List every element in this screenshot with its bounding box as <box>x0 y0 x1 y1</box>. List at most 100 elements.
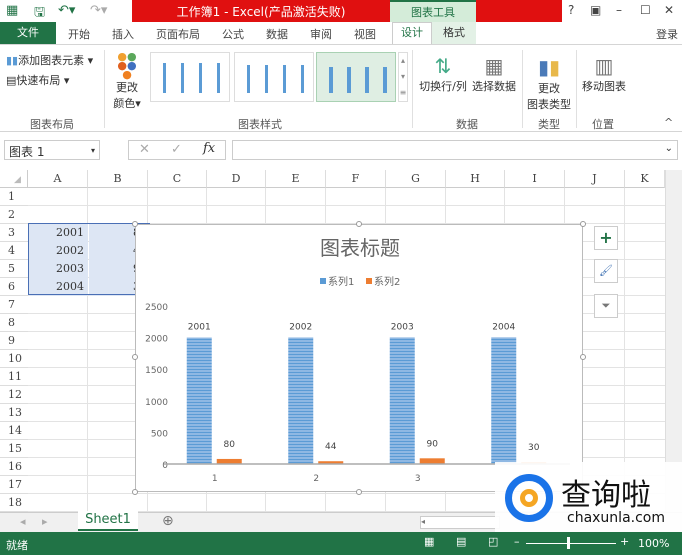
switch-row-column-button[interactable]: ⇅ 切换行/列 <box>416 54 470 94</box>
bar-series2[interactable] <box>216 458 242 464</box>
resize-handle[interactable] <box>132 489 138 495</box>
bar-series1[interactable] <box>288 337 314 464</box>
tab-formulas[interactable]: 公式 <box>222 26 244 42</box>
zoom-level[interactable]: 100% <box>638 537 669 550</box>
zoom-out-button[interactable]: – <box>514 535 520 548</box>
chart-style-1[interactable] <box>150 52 230 102</box>
name-box[interactable]: 图表 1 ▾ <box>4 140 100 160</box>
insert-function-button[interactable]: fx <box>203 141 215 156</box>
column-header-D[interactable]: D <box>207 170 266 188</box>
maximize-button[interactable]: ☐ <box>640 3 651 17</box>
resize-handle[interactable] <box>356 221 362 227</box>
row-header-6[interactable]: 6 <box>0 278 28 296</box>
close-button[interactable]: ✕ <box>664 3 674 17</box>
minimize-button[interactable]: – <box>616 3 622 17</box>
row-header-9[interactable]: 9 <box>0 332 28 350</box>
tab-insert[interactable]: 插入 <box>112 26 134 42</box>
row-header-11[interactable]: 11 <box>0 368 28 386</box>
select-all-button[interactable]: ◢ <box>0 170 28 188</box>
cancel-icon[interactable]: ✕ <box>139 142 150 157</box>
resize-handle[interactable] <box>356 489 362 495</box>
column-header-I[interactable]: I <box>505 170 565 188</box>
tab-review[interactable]: 审阅 <box>310 26 332 42</box>
column-header-G[interactable]: G <box>386 170 446 188</box>
enter-icon[interactable]: ✓ <box>171 142 182 157</box>
tab-view[interactable]: 视图 <box>354 26 376 42</box>
tab-home[interactable]: 开始 <box>68 26 90 42</box>
row-header-15[interactable]: 15 <box>0 440 28 458</box>
row-header-18[interactable]: 18 <box>0 494 28 512</box>
row-header-12[interactable]: 12 <box>0 386 28 404</box>
row-header-1[interactable]: 1 <box>0 188 28 206</box>
row-header-17[interactable]: 17 <box>0 476 28 494</box>
column-header-B[interactable]: B <box>88 170 148 188</box>
row-header-8[interactable]: 8 <box>0 314 28 332</box>
row-header-13[interactable]: 13 <box>0 404 28 422</box>
legend-series2[interactable]: 系列2 <box>374 275 400 288</box>
prev-sheet-icon[interactable]: ◂ <box>20 515 26 528</box>
normal-view-icon[interactable]: ▦ <box>424 535 434 548</box>
sheet-tab-sheet1[interactable]: Sheet1 <box>78 511 138 531</box>
page-break-view-icon[interactable]: ◰ <box>488 535 498 548</box>
gallery-scroll[interactable]: ▴ ▾ ≡ <box>398 52 408 102</box>
resize-handle[interactable] <box>132 354 138 360</box>
legend-series1[interactable]: 系列1 <box>328 275 354 288</box>
vertical-scrollbar[interactable] <box>665 170 682 512</box>
horizontal-scrollbar[interactable]: ◂ <box>420 516 500 529</box>
move-chart-button[interactable]: ▥ 移动图表 <box>580 54 628 94</box>
signin-link[interactable]: 登录 <box>656 26 678 42</box>
column-header-J[interactable]: J <box>565 170 625 188</box>
row-header-10[interactable]: 10 <box>0 350 28 368</box>
column-header-E[interactable]: E <box>266 170 326 188</box>
bar-series1[interactable] <box>491 337 517 464</box>
formula-input[interactable]: ⌄ <box>232 140 678 160</box>
bar-series2[interactable] <box>419 458 445 464</box>
tab-data[interactable]: 数据 <box>266 26 288 42</box>
chart-title[interactable]: 图表标题 <box>320 236 400 260</box>
tab-file[interactable]: 文件 <box>0 22 56 44</box>
row-header-14[interactable]: 14 <box>0 422 28 440</box>
add-sheet-button[interactable]: ⊕ <box>162 513 174 529</box>
page-layout-view-icon[interactable]: ▤ <box>456 535 466 548</box>
add-chart-element-button[interactable]: ▮▮添加图表元素 ▾ <box>6 52 93 68</box>
column-header-H[interactable]: H <box>446 170 505 188</box>
tab-design[interactable]: 设计 <box>392 22 432 44</box>
undo-icon[interactable]: ↶▾ <box>58 3 75 18</box>
tab-page-layout[interactable]: 页面布局 <box>156 26 200 42</box>
bar-series1[interactable] <box>186 337 212 464</box>
row-header-2[interactable]: 2 <box>0 206 28 224</box>
select-data-button[interactable]: ▦ 选择数据 <box>470 54 518 94</box>
zoom-slider[interactable] <box>526 543 616 544</box>
next-sheet-icon[interactable]: ▸ <box>42 515 48 528</box>
column-header-K[interactable]: K <box>625 170 665 188</box>
chart-style-2[interactable] <box>234 52 314 102</box>
redo-icon[interactable]: ↷▾ <box>90 3 107 18</box>
chart-style-3-selected[interactable] <box>316 52 396 102</box>
resize-handle[interactable] <box>132 221 138 227</box>
chart[interactable]: 图表标题 系列1 系列2 0 500 1000 1500 2000 2500 1 2001 80… <box>135 224 583 492</box>
chart-styles-button[interactable]: 🖌 <box>594 259 618 283</box>
change-colors-button[interactable]: ●● ●● ● 更改 颜色▾ <box>110 51 144 111</box>
row-header-3[interactable]: 3 <box>0 224 28 242</box>
row-header-16[interactable]: 16 <box>0 458 28 476</box>
column-header-A[interactable]: A <box>28 170 88 188</box>
row-header-4[interactable]: 4 <box>0 242 28 260</box>
bar-series1[interactable] <box>389 337 415 464</box>
tab-format[interactable]: 格式 <box>432 22 476 44</box>
column-header-F[interactable]: F <box>326 170 386 188</box>
zoom-in-button[interactable]: + <box>620 535 629 548</box>
zoom-slider-thumb[interactable] <box>567 537 570 549</box>
change-chart-type-button[interactable]: ▮▮ 更改 图表类型 <box>526 54 572 112</box>
chart-elements-button[interactable]: + <box>594 226 618 250</box>
column-header-C[interactable]: C <box>148 170 207 188</box>
help-button[interactable]: ? <box>568 3 574 17</box>
expand-formula-icon[interactable]: ⌄ <box>665 143 673 154</box>
row-header-5[interactable]: 5 <box>0 260 28 278</box>
resize-handle[interactable] <box>580 221 586 227</box>
ribbon-display-button[interactable]: ▣ <box>590 3 601 17</box>
resize-handle[interactable] <box>580 354 586 360</box>
quick-layout-button[interactable]: ▤快速布局 ▾ <box>6 72 69 88</box>
row-header-7[interactable]: 7 <box>0 296 28 314</box>
collapse-ribbon-button[interactable]: ^ <box>664 116 673 129</box>
chart-filters-button[interactable]: ⏷ <box>594 294 618 318</box>
